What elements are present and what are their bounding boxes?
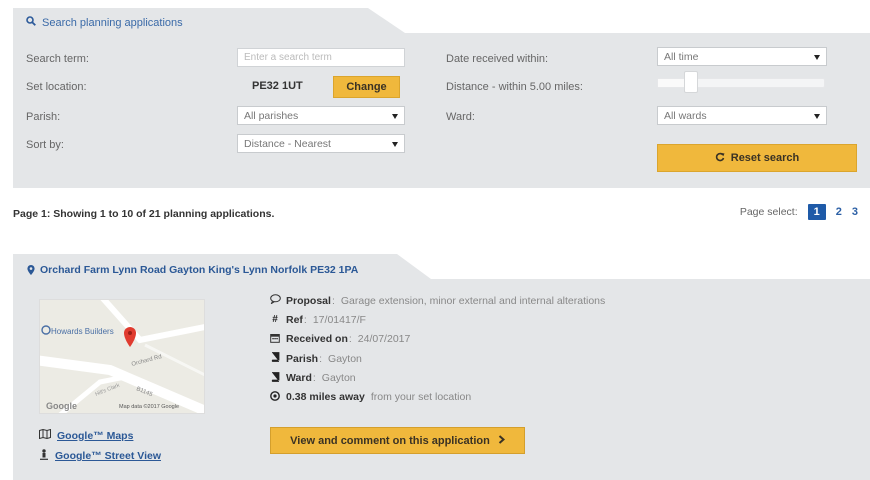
page-2-button[interactable]: 2: [836, 206, 842, 218]
ward-value: Gayton: [321, 372, 356, 385]
reset-search-button[interactable]: Reset search: [657, 144, 857, 172]
map-links: Google™ Maps Google™ Street View: [39, 428, 161, 470]
application-address-text: Orchard Farm Lynn Road Gayton King's Lyn…: [40, 264, 359, 276]
google-maps-link[interactable]: Google™ Maps: [39, 428, 161, 442]
date-received-select[interactable]: All time: [657, 47, 827, 66]
received-value: 24/07/2017: [357, 333, 411, 346]
distance-slider-handle[interactable]: [683, 71, 698, 93]
detail-distance: 0.38 miles away from your set location: [270, 391, 605, 404]
detail-ward: Ward: Gayton: [270, 371, 605, 385]
speech-bubble-icon: [270, 294, 281, 307]
reset-search-label: Reset search: [730, 152, 800, 164]
application-details: Proposal: Garage extension, minor extern…: [270, 294, 605, 410]
google-logo: Google: [46, 401, 77, 411]
distance-slider-track[interactable]: [657, 78, 825, 88]
ward-key: Ward: [286, 372, 312, 385]
location-map[interactable]: Orchard Rd B1145 Hill's Clark Howards Bu…: [39, 299, 205, 414]
ref-key: Ref: [286, 313, 303, 326]
parish-select-value: All parishes: [244, 110, 299, 122]
detail-parish: Parish: Gayton: [270, 352, 605, 365]
location-postcode: PE32 1UT: [252, 80, 303, 92]
view-comment-button[interactable]: View and comment on this application: [270, 427, 525, 454]
parish-select[interactable]: All parishes: [237, 106, 405, 125]
search-tab[interactable]: Search planning applications: [26, 16, 183, 29]
proposal-value: Garage extension, minor external and int…: [340, 294, 606, 307]
view-comment-button-label: View and comment on this application: [290, 434, 490, 447]
search-term-label: Search term:: [26, 53, 89, 65]
google-maps-link-text: Google™ Maps: [57, 429, 134, 442]
search-tab-label: Search planning applications: [42, 16, 183, 29]
colon-separator: :: [312, 372, 316, 385]
colon-separator: :: [319, 352, 323, 365]
sort-by-label: Sort by:: [26, 139, 64, 151]
google-street-view-link-text: Google™ Street View: [55, 450, 161, 462]
target-icon: [270, 391, 280, 404]
parish-label: Parish:: [26, 111, 61, 123]
colon-separator: :: [303, 313, 307, 326]
received-key: Received on: [286, 333, 348, 346]
google-street-view-link[interactable]: Google™ Street View: [39, 449, 161, 463]
page-select-label: Page select:: [739, 206, 798, 218]
hash-icon: #: [272, 314, 278, 326]
results-summary: Page 1: Showing 1 to 10 of 21 planning a…: [13, 208, 275, 220]
distance-label: Distance - within 5.00 miles:: [446, 81, 583, 93]
page-3-button[interactable]: 3: [852, 206, 858, 218]
book-icon: [270, 371, 280, 385]
detail-proposal: Proposal: Garage extension, minor extern…: [270, 294, 605, 307]
book-icon: [270, 352, 280, 365]
distance-value: from your set location: [370, 391, 472, 404]
detail-ref: # Ref: 17/01417/F: [270, 313, 605, 326]
change-location-button[interactable]: Change: [333, 76, 400, 98]
pagination: Page select: 1 2 3: [740, 204, 858, 220]
parish-value: Gayton: [328, 352, 362, 365]
chevron-right-icon: [498, 434, 505, 447]
colon-separator: :: [331, 294, 335, 307]
map-icon: [39, 428, 51, 442]
street-view-icon: [39, 449, 49, 463]
map-pin-icon: [27, 265, 35, 275]
sort-by-select[interactable]: Distance - Nearest: [237, 134, 405, 153]
refresh-icon: [715, 152, 725, 165]
date-received-select-value: All time: [664, 51, 699, 63]
ward-label: Ward:: [446, 111, 475, 123]
caret-down-icon: [814, 114, 820, 119]
colon-separator: :: [348, 333, 352, 346]
detail-received: Received on: 24/07/2017: [270, 333, 605, 346]
page-1-button[interactable]: 1: [807, 204, 826, 220]
ward-select-value: All wards: [664, 110, 707, 122]
map-data-attribution: Map data ©2017 Google: [119, 404, 180, 410]
ward-select[interactable]: All wards: [657, 106, 827, 125]
caret-down-icon: [814, 55, 820, 60]
map-place-label: Howards Builders: [51, 327, 114, 336]
caret-down-icon: [392, 114, 398, 119]
proposal-key: Proposal: [286, 294, 331, 307]
ref-value: 17/01417/F: [312, 313, 366, 326]
search-term-input[interactable]: Enter a search term: [237, 48, 405, 67]
set-location-label: Set location:: [26, 81, 87, 93]
application-address[interactable]: Orchard Farm Lynn Road Gayton King's Lyn…: [27, 264, 358, 276]
sort-by-select-value: Distance - Nearest: [244, 138, 331, 150]
magnifier-icon: [26, 16, 36, 29]
calendar-icon: [270, 333, 280, 346]
date-received-label: Date received within:: [446, 53, 549, 65]
distance-key: 0.38 miles away: [286, 391, 365, 404]
parish-key: Parish: [286, 352, 319, 365]
caret-down-icon: [392, 142, 398, 147]
